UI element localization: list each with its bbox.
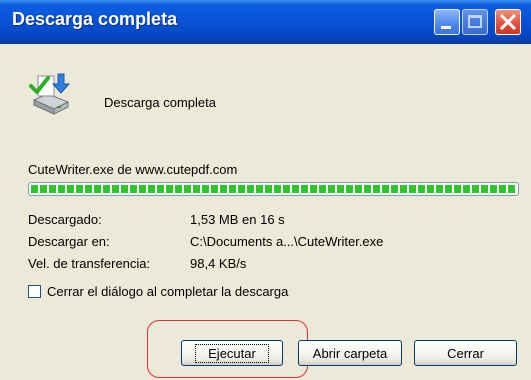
title-bar[interactable]: Descarga completa (0, 0, 531, 44)
close-on-complete-row[interactable]: Cerrar el diálogo al completar la descar… (28, 284, 288, 299)
open-folder-button[interactable]: Abrir carpeta (298, 340, 402, 366)
minimize-button[interactable] (434, 9, 460, 35)
close-icon (499, 13, 517, 31)
transfer-rate-value: 98,4 KB/s (190, 256, 247, 271)
downloaded-label: Descargado: (28, 212, 102, 227)
close-on-complete-checkbox[interactable] (28, 285, 41, 298)
transfer-rate-label: Vel. de transferencia: (28, 256, 151, 271)
run-button[interactable]: Ejecutar (181, 340, 283, 366)
download-complete-icon (29, 73, 71, 115)
window-title: Descarga completa (12, 9, 178, 29)
close-button[interactable]: Cerrar (414, 340, 517, 366)
close-window-button[interactable] (495, 9, 521, 35)
maximize-button[interactable] (462, 9, 488, 35)
progress-fill (31, 185, 516, 193)
downloaded-value: 1,53 MB en 16 s (190, 212, 285, 227)
download-path-value: C:\Documents a...\CuteWriter.exe (190, 234, 384, 249)
minimize-icon (441, 26, 451, 29)
header-text: Descarga completa (104, 95, 216, 110)
file-source: CuteWriter.exe de www.cutepdf.com (28, 162, 238, 177)
download-path-label: Descargar en: (28, 234, 110, 249)
run-button-label: Ejecutar (195, 343, 269, 363)
download-progress-bar (28, 182, 519, 196)
maximize-icon (468, 15, 482, 28)
close-on-complete-label[interactable]: Cerrar el diálogo al completar la descar… (47, 284, 288, 299)
